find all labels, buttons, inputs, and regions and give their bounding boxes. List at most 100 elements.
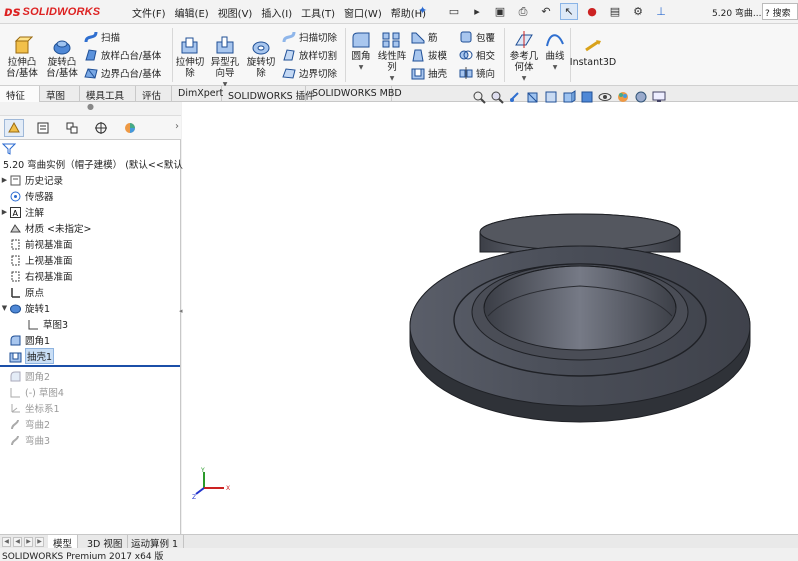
edit-appearance-icon[interactable] <box>616 90 630 104</box>
curves-dropdown-icon[interactable]: ▼ <box>553 62 558 73</box>
mirror-button[interactable]: 镜向 <box>459 65 495 81</box>
display-manager-tab-icon[interactable] <box>120 119 140 137</box>
reference-geometry-button[interactable]: 参考几 何体 ▼ <box>506 30 542 84</box>
tab-features[interactable]: 特征 <box>0 86 40 102</box>
dimxpert-manager-tab-icon[interactable] <box>91 119 111 137</box>
property-manager-tab-icon[interactable] <box>33 119 53 137</box>
intersect-button[interactable]: 相交 <box>459 47 495 63</box>
expand-arrow-icon[interactable]: ▶ <box>0 208 9 216</box>
instant3d-button[interactable]: Instant3D <box>570 36 616 68</box>
menu-file[interactable]: 文件(F) <box>132 5 166 20</box>
tab-motion-study[interactable]: 运动算例 1 <box>126 535 185 550</box>
tab-mold-tools[interactable]: 模具工具 <box>80 86 136 102</box>
lofted-cut-button[interactable]: 放样切割 <box>282 47 337 63</box>
tree-item-sketch4[interactable]: (-) 草图4 <box>0 384 181 400</box>
display-style-icon[interactable] <box>580 90 594 104</box>
tree-item-coordinate-system1[interactable]: 坐标系1 <box>0 400 181 416</box>
tree-item-fillet1[interactable]: 圆角1 <box>0 332 181 348</box>
tree-item-right-plane[interactable]: 右视基准面 <box>0 268 181 284</box>
revolved-boss-button[interactable]: 旋转凸 台/基体 <box>42 36 82 79</box>
options-gear-icon[interactable]: ⚙ <box>629 3 647 20</box>
pin-menu-icon[interactable]: ✦ <box>418 4 427 17</box>
wrap-button[interactable]: 包覆 <box>459 29 495 45</box>
save-icon[interactable]: ▣ <box>491 3 509 20</box>
zoom-to-fit-icon[interactable] <box>472 90 486 104</box>
linear-pattern-button[interactable]: 线性阵 列 ▼ <box>376 30 408 84</box>
tree-item-top-plane[interactable]: 上视基准面 <box>0 252 181 268</box>
loft-button[interactable]: 放样凸台/基体 <box>84 47 161 63</box>
tab-dimxpert[interactable]: DimXpert <box>172 86 223 102</box>
panel-splitter-handle[interactable]: ◂ <box>179 307 185 317</box>
solidworks-logo[interactable]: ᴅs SOLIDWORKS <box>4 3 114 21</box>
curves-button[interactable]: 曲线 ▼ <box>542 30 568 73</box>
panel-grip[interactable]: ● <box>0 102 181 116</box>
rollback-bar[interactable] <box>0 365 180 367</box>
new-document-icon[interactable]: ▭ <box>445 3 463 20</box>
section-view-icon[interactable] <box>526 90 540 104</box>
expand-arrow-icon[interactable]: ▶ <box>0 176 9 184</box>
collapse-arrow-icon[interactable]: ▼ <box>0 304 9 312</box>
hide-show-items-icon[interactable] <box>598 90 612 104</box>
search-field[interactable]: ? 搜索 <box>762 3 798 20</box>
tree-root[interactable]: 5.20 弯曲实例（帽子建模） (默认<<默认 <box>0 156 183 172</box>
tree-item-front-plane[interactable]: 前视基准面 <box>0 236 181 252</box>
menu-window[interactable]: 窗口(W) <box>344 5 382 20</box>
extruded-cut-button[interactable]: 拉伸切 除 <box>174 36 206 79</box>
tab-solidworks-addins[interactable]: SOLIDWORKS 插件 <box>222 86 315 102</box>
tree-item-sketch3[interactable]: 草图3 <box>18 316 199 332</box>
tree-item-fillet2[interactable]: 圆角2 <box>0 368 181 384</box>
prev-tab-arrow-icon[interactable]: ◀ <box>13 537 22 547</box>
undo-icon[interactable]: ↶ <box>537 3 555 20</box>
model-render[interactable] <box>182 102 798 534</box>
filter-icon[interactable] <box>2 143 16 155</box>
menu-tools[interactable]: 工具(T) <box>301 5 335 20</box>
tab-evaluate[interactable]: 评估 <box>136 86 172 102</box>
previous-view-icon[interactable] <box>508 90 522 104</box>
tree-item-history[interactable]: ▶ 历史记录 <box>0 172 181 188</box>
dynamic-annotation-icon[interactable] <box>544 90 558 104</box>
reference-dropdown-icon[interactable]: ▼ <box>522 73 527 84</box>
apply-scene-icon[interactable] <box>634 90 648 104</box>
tree-item-flex2[interactable]: 弯曲2 <box>0 416 181 432</box>
tab-3d-view[interactable]: 3D 视图 <box>82 535 129 550</box>
swept-cut-button[interactable]: 扫描切除 <box>282 29 337 45</box>
tree-item-flex3[interactable]: 弯曲3 <box>0 432 181 448</box>
open-folder-icon[interactable]: ▸ <box>468 3 486 20</box>
hole-wizard-button[interactable]: 异型孔 向导 ▼ <box>208 36 242 90</box>
traffic-light-icon[interactable]: ● <box>583 3 601 20</box>
boundary-cut-button[interactable]: 边界切除 <box>282 65 337 81</box>
last-tab-arrow-icon[interactable]: ▶ <box>35 537 44 547</box>
rib-button[interactable]: 筋 <box>411 29 438 45</box>
view-orientation-icon[interactable] <box>562 90 576 104</box>
extruded-boss-button[interactable]: 拉伸凸 台/基体 <box>4 36 40 79</box>
fillet-dropdown-icon[interactable]: ▼ <box>359 62 364 73</box>
feature-manager-tab-icon[interactable] <box>4 119 24 137</box>
menu-insert[interactable]: 插入(I) <box>261 5 292 20</box>
first-tab-arrow-icon[interactable]: ◀ <box>2 537 11 547</box>
tree-item-origin[interactable]: 原点 <box>0 284 181 300</box>
tree-item-material[interactable]: 材质 <未指定> <box>0 220 181 236</box>
menu-view[interactable]: 视图(V) <box>218 5 253 20</box>
tab-solidworks-mbd[interactable]: SOLIDWORKS MBD <box>306 86 402 102</box>
tree-item-shell1[interactable]: 抽壳1 <box>0 348 181 364</box>
boundary-boss-button[interactable]: 边界凸台/基体 <box>84 65 161 81</box>
revolved-cut-button[interactable]: 旋转切 除 <box>244 36 278 79</box>
fillet-button[interactable]: 圆角 ▼ <box>347 30 375 73</box>
draft-button[interactable]: 拔模 <box>411 47 447 63</box>
tree-item-revolve1[interactable]: ▼ 旋转1 <box>0 300 181 316</box>
graphics-area[interactable] <box>182 102 798 534</box>
view-settings-icon[interactable] <box>652 90 666 104</box>
zoom-to-area-icon[interactable] <box>490 90 504 104</box>
tab-model[interactable]: 模型 <box>48 535 79 550</box>
hat-crown-top[interactable] <box>479 213 681 251</box>
tree-item-sensors[interactable]: 传感器 <box>0 188 181 204</box>
print-icon[interactable]: ⎙ <box>514 3 532 20</box>
hat-cavity[interactable] <box>483 265 677 351</box>
select-cursor-icon[interactable]: ↖ <box>560 3 578 20</box>
menu-edit[interactable]: 编辑(E) <box>175 5 209 20</box>
sweep-button[interactable]: 扫描 <box>84 29 120 45</box>
panel-nav-arrow-icon[interactable]: › <box>175 121 179 132</box>
tab-sketch[interactable]: 草图 <box>40 86 80 102</box>
pattern-dropdown-icon[interactable]: ▼ <box>390 73 395 84</box>
next-tab-arrow-icon[interactable]: ▶ <box>24 537 33 547</box>
